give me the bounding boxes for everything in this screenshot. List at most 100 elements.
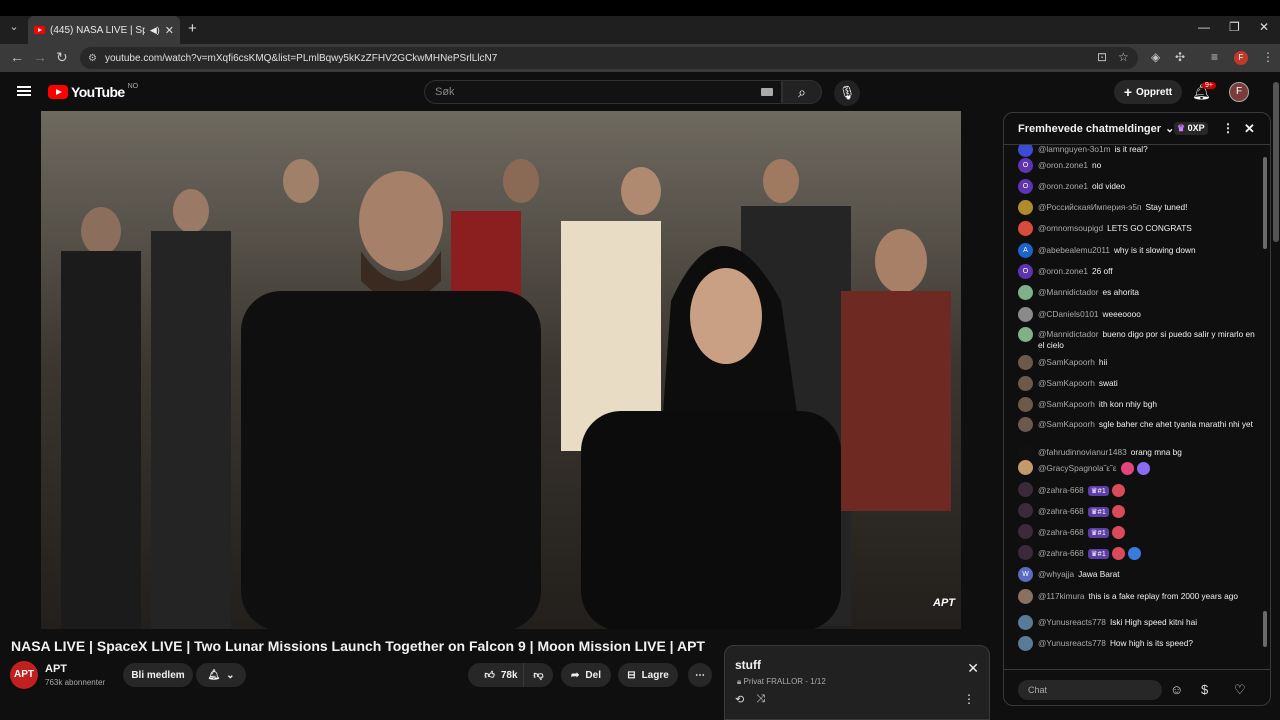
chat-message[interactable]: @SamKapoorh swati (1018, 376, 1258, 391)
chat-author-name[interactable]: @zahra-668 (1038, 548, 1084, 558)
chat-message[interactable]: O @oron.zone1 26 off (1018, 264, 1258, 279)
chat-message[interactable]: A @abebealemu2011 why is it slowing down (1018, 243, 1258, 258)
chat-author-avatar[interactable] (1018, 636, 1033, 651)
chat-message[interactable]: @Yunusreacts778 How high is its speed? (1018, 636, 1258, 651)
chat-message[interactable]: @Mannidictador bueno digo por si puedo sa… (1018, 327, 1258, 350)
youtube-logo[interactable]: YouTube NO (48, 83, 138, 100)
chat-message[interactable]: @SamKapoorh sgle baher che ahet tyanla ma… (1018, 417, 1258, 432)
search-input[interactable]: Søk (424, 80, 782, 104)
channel-name[interactable]: APT (45, 663, 67, 675)
extension-icon[interactable]: ◈ (1151, 50, 1160, 64)
chat-author-name[interactable]: @SamKapoorh (1038, 357, 1095, 367)
share-button[interactable]: ➦ Del (561, 663, 611, 687)
chat-author-name[interactable]: @РоссийскаяИмперия-э5п (1038, 202, 1141, 212)
chat-author-avatar[interactable] (1018, 376, 1033, 391)
chat-author-avatar[interactable]: O (1018, 158, 1033, 173)
chat-author-name[interactable]: @Yunusreacts778 (1038, 617, 1106, 627)
browser-tab-active[interactable]: (445) NASA LIVE | SpaceX LI ◀) ✕ (28, 16, 180, 44)
chat-author-name[interactable]: @SamKapoorh (1038, 419, 1095, 429)
subscription-bell-button[interactable]: 🔔︎ ⌄ (196, 663, 246, 687)
chat-author-name[interactable]: @abebealemu2011 (1038, 245, 1110, 255)
chat-message[interactable]: O @oron.zone1 no (1018, 158, 1258, 173)
chat-message[interactable]: @lamnguyen-3o1m is it real? (1018, 145, 1258, 157)
chat-author-avatar[interactable] (1018, 327, 1033, 342)
chat-author-name[interactable]: @fahrudinnovianur1483 (1038, 447, 1127, 457)
reload-icon[interactable]: ↻ (56, 49, 68, 66)
chat-message[interactable]: @SamKapoorh ith kon nhiy bgh (1018, 397, 1258, 412)
search-button[interactable]: ⌕ (782, 80, 822, 104)
chat-menu-icon[interactable]: ⋮ (1222, 121, 1234, 135)
chat-message[interactable]: @zahra-668 ♛#1 (1018, 482, 1258, 497)
bookmark-star-icon[interactable]: ☆ (1118, 50, 1129, 64)
more-actions-button[interactable]: ⋯ (688, 663, 712, 687)
chat-author-name[interactable]: @zahra-668 (1038, 506, 1084, 516)
save-button[interactable]: ⊟ Lagre (618, 663, 678, 687)
chat-author-name[interactable]: @lamnguyen-3o1m (1038, 145, 1111, 154)
back-icon[interactable]: ← (10, 49, 24, 65)
playlist-title[interactable]: stuff (735, 658, 761, 672)
chat-scroll-thumb-lower[interactable] (1263, 611, 1267, 647)
chat-author-name[interactable]: @SamKapoorh (1038, 399, 1095, 409)
chat-message[interactable]: @zahra-668 ♛#1 (1018, 545, 1258, 560)
chevron-down-icon[interactable]: ⌄ (1165, 122, 1174, 135)
chat-author-avatar[interactable] (1018, 503, 1033, 518)
chat-message-list[interactable]: @lamnguyen-3o1m is it real? O @oron.zone1 no… (1004, 145, 1262, 663)
playlist-close-icon[interactable]: ✕ (967, 660, 979, 677)
chat-message[interactable]: @GracySpagnola˜ε˜ε (1018, 460, 1258, 475)
chat-message[interactable]: @fahrudinnovianur1483 orang mna bg (1018, 445, 1258, 460)
chat-message[interactable]: @Yunusreacts778 Iski High speed kitni hai (1018, 615, 1258, 630)
chat-author-avatar[interactable] (1018, 445, 1033, 460)
heart-icon[interactable]: ♡ (1234, 682, 1246, 698)
chat-author-name[interactable]: @oron.zone1 (1038, 160, 1088, 170)
chat-author-avatar[interactable] (1018, 615, 1033, 630)
install-app-icon[interactable]: ⊡ (1097, 50, 1107, 64)
chat-message[interactable]: @zahra-668 ♛#1 (1018, 524, 1258, 539)
restore-icon[interactable]: ❐ (1229, 20, 1240, 34)
new-tab-button[interactable]: + (188, 20, 197, 37)
browser-menu-icon[interactable]: ⋮ (1262, 50, 1274, 64)
browser-profile-avatar[interactable]: F (1234, 51, 1248, 65)
chat-author-avatar[interactable] (1018, 482, 1033, 497)
chat-message[interactable]: @Mannidictador es ahorita (1018, 285, 1258, 300)
chat-author-name[interactable]: @SamKapoorh (1038, 378, 1095, 388)
chat-author-avatar[interactable] (1018, 355, 1033, 370)
chat-message[interactable]: @РоссийскаяИмперия-э5п Stay tuned! (1018, 200, 1258, 215)
create-button[interactable]: + Opprett (1114, 80, 1182, 104)
super-chat-icon[interactable]: $ (1201, 682, 1208, 697)
loop-icon[interactable]: ⟲ (735, 693, 744, 706)
chat-author-avatar[interactable] (1018, 285, 1033, 300)
site-info-icon[interactable]: ⚙ (88, 53, 97, 64)
chat-author-avatar[interactable]: O (1018, 179, 1033, 194)
window-close-icon[interactable]: ✕ (1259, 20, 1269, 34)
chat-scrollbar[interactable] (1262, 147, 1268, 661)
chat-message[interactable]: @zahra-668 ♛#1 (1018, 503, 1258, 518)
chat-author-name[interactable]: @117kimura (1038, 591, 1085, 601)
playlist-menu-icon[interactable]: ⋮ (963, 692, 975, 706)
chat-message[interactable]: @117kimura this is a fake replay from 200… (1018, 589, 1258, 604)
dislike-button[interactable]: 👎︎ (523, 663, 553, 687)
chat-input[interactable]: Chat (1018, 680, 1162, 700)
chat-author-avatar[interactable] (1018, 145, 1033, 157)
chat-message[interactable]: @CDaniels0101 weeeoooo (1018, 307, 1258, 322)
address-bar[interactable]: ⚙ youtube.com/watch?v=mXqfi6csKMQ&list=P… (80, 47, 1138, 69)
chat-message[interactable]: O @oron.zone1 old video (1018, 179, 1258, 194)
chat-author-name[interactable]: @CDaniels0101 (1038, 309, 1099, 319)
chat-author-avatar[interactable]: W (1018, 567, 1033, 582)
chat-message[interactable]: @omnomsoupigd LETS GO CONGRATS (1018, 221, 1258, 236)
chat-author-name[interactable]: @oron.zone1 (1038, 266, 1088, 276)
shuffle-icon[interactable]: ⤨ (756, 693, 765, 706)
xp-badge[interactable]: ♛ 0XP (1174, 122, 1208, 135)
chat-message[interactable]: @SamKapoorh hii (1018, 355, 1258, 370)
channel-avatar[interactable]: APT (10, 661, 38, 689)
chat-author-name[interactable]: @omnomsoupigd (1038, 223, 1103, 233)
menu-icon[interactable] (17, 86, 31, 96)
emoji-icon[interactable]: ☺ (1170, 682, 1183, 697)
video-player[interactable]: APT (41, 111, 961, 629)
chat-author-avatar[interactable] (1018, 417, 1033, 432)
page-scroll-thumb[interactable] (1273, 82, 1279, 242)
chat-author-avatar[interactable] (1018, 589, 1033, 604)
chat-message[interactable]: W @whyajja Jawa Barat (1018, 567, 1258, 582)
puzzle-extensions-icon[interactable]: ✣ (1175, 50, 1185, 64)
chat-author-avatar[interactable] (1018, 397, 1033, 412)
chat-author-avatar[interactable] (1018, 200, 1033, 215)
